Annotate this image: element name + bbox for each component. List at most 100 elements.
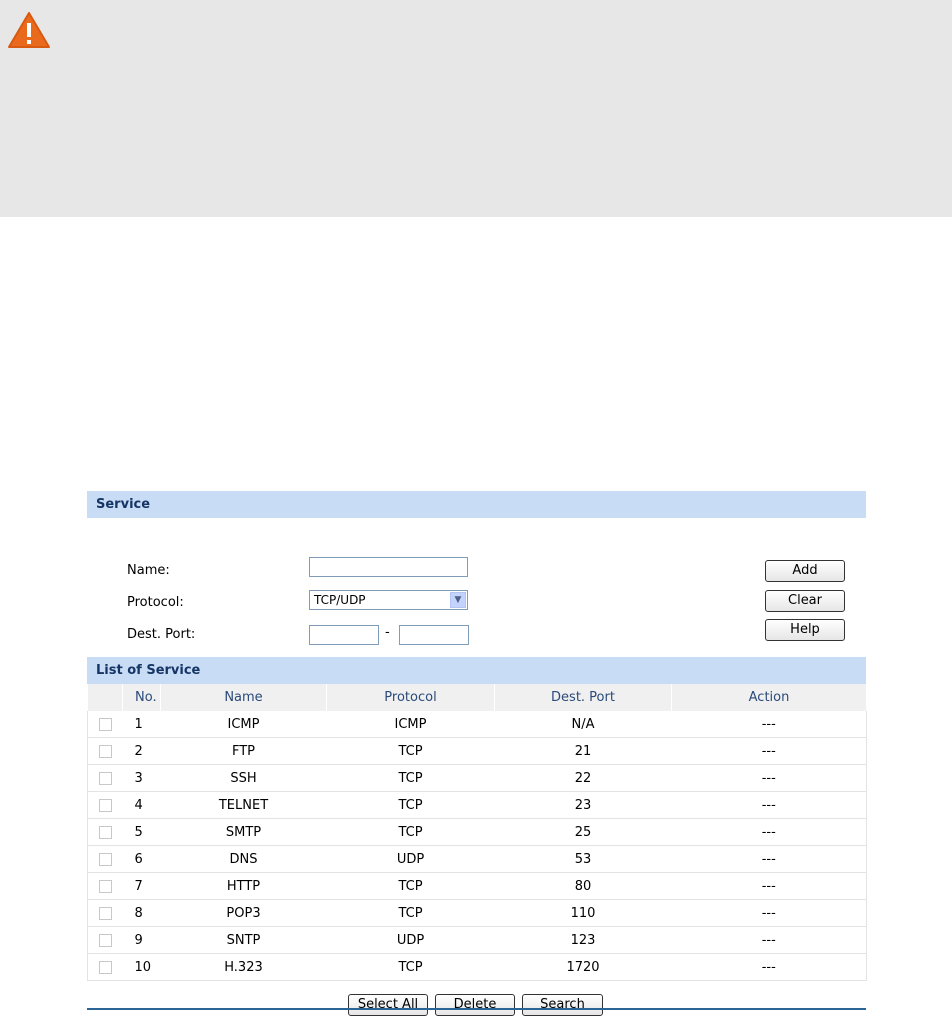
row-dest-port: 53 bbox=[494, 845, 672, 873]
table-row: 5 SMTP TCP 25 --- bbox=[87, 818, 867, 846]
row-protocol: TCP bbox=[326, 953, 495, 981]
search-button[interactable]: Search bbox=[522, 994, 603, 1016]
list-actions: Select All Delete Search bbox=[87, 981, 866, 1025]
row-checkbox[interactable] bbox=[98, 771, 112, 785]
row-protocol: TCP bbox=[326, 764, 495, 792]
dest-port-to-input[interactable] bbox=[399, 625, 469, 645]
row-name: DNS bbox=[160, 845, 327, 873]
select-all-button[interactable]: Select All bbox=[348, 994, 428, 1016]
row-action: --- bbox=[671, 711, 867, 738]
table-row: 3 SSH TCP 22 --- bbox=[87, 764, 867, 792]
row-checkbox[interactable] bbox=[98, 879, 112, 893]
service-panel: Service Name: Protocol: TCP/UDP ▼ Dest. … bbox=[87, 491, 867, 1025]
row-dest-port: 80 bbox=[494, 872, 672, 900]
service-section-title: Service bbox=[87, 491, 866, 518]
row-select-cell bbox=[87, 711, 123, 738]
row-protocol: UDP bbox=[326, 926, 495, 954]
row-select-cell bbox=[87, 818, 123, 846]
row-dest-port: 23 bbox=[494, 791, 672, 819]
row-action: --- bbox=[671, 791, 867, 819]
protocol-label: Protocol: bbox=[127, 595, 184, 610]
table-row: 2 FTP TCP 21 --- bbox=[87, 737, 867, 765]
table-row: 7 HTTP TCP 80 --- bbox=[87, 872, 867, 900]
column-header-select bbox=[87, 684, 123, 711]
table-row: 10 H.323 TCP 1720 --- bbox=[87, 953, 867, 981]
row-action: --- bbox=[671, 737, 867, 765]
row-no: 8 bbox=[122, 899, 161, 927]
row-name: HTTP bbox=[160, 872, 327, 900]
column-header-dest-port: Dest. Port bbox=[494, 684, 672, 711]
dest-port-separator: - bbox=[385, 625, 390, 640]
row-action: --- bbox=[671, 953, 867, 981]
table-row: 9 SNTP UDP 123 --- bbox=[87, 926, 867, 954]
warning-triangle-icon bbox=[8, 12, 50, 48]
service-table: No. Name Protocol Dest. Port Action 1 IC… bbox=[87, 684, 867, 981]
row-no: 2 bbox=[122, 737, 161, 765]
row-name: ICMP bbox=[160, 711, 327, 738]
row-action: --- bbox=[671, 764, 867, 792]
row-action: --- bbox=[671, 926, 867, 954]
row-protocol: ICMP bbox=[326, 711, 495, 738]
help-button[interactable]: Help bbox=[765, 619, 845, 641]
row-protocol: TCP bbox=[326, 899, 495, 927]
row-action: --- bbox=[671, 818, 867, 846]
table-row: 6 DNS UDP 53 --- bbox=[87, 845, 867, 873]
clear-button[interactable]: Clear bbox=[765, 590, 845, 612]
row-name: H.323 bbox=[160, 953, 327, 981]
row-dest-port: 1720 bbox=[494, 953, 672, 981]
row-checkbox[interactable] bbox=[98, 906, 112, 920]
table-row: 8 POP3 TCP 110 --- bbox=[87, 899, 867, 927]
row-checkbox[interactable] bbox=[98, 852, 112, 866]
row-checkbox[interactable] bbox=[98, 717, 112, 731]
row-no: 6 bbox=[122, 845, 161, 873]
row-select-cell bbox=[87, 791, 123, 819]
column-header-name: Name bbox=[160, 684, 327, 711]
chevron-down-icon[interactable]: ▼ bbox=[450, 592, 466, 608]
add-button[interactable]: Add bbox=[765, 560, 845, 582]
row-name: TELNET bbox=[160, 791, 327, 819]
row-protocol: TCP bbox=[326, 737, 495, 765]
row-no: 5 bbox=[122, 818, 161, 846]
row-protocol: TCP bbox=[326, 872, 495, 900]
row-action: --- bbox=[671, 899, 867, 927]
row-name: SNTP bbox=[160, 926, 327, 954]
protocol-selected-value: TCP/UDP bbox=[314, 593, 366, 607]
row-checkbox[interactable] bbox=[98, 744, 112, 758]
row-dest-port: 110 bbox=[494, 899, 672, 927]
row-name: SSH bbox=[160, 764, 327, 792]
row-dest-port: 25 bbox=[494, 818, 672, 846]
row-no: 10 bbox=[122, 953, 161, 981]
row-select-cell bbox=[87, 845, 123, 873]
table-row: 4 TELNET TCP 23 --- bbox=[87, 791, 867, 819]
dest-port-label: Dest. Port: bbox=[127, 627, 196, 642]
row-dest-port: 21 bbox=[494, 737, 672, 765]
row-no: 3 bbox=[122, 764, 161, 792]
row-name: POP3 bbox=[160, 899, 327, 927]
row-no: 9 bbox=[122, 926, 161, 954]
column-header-protocol: Protocol bbox=[326, 684, 495, 711]
row-protocol: UDP bbox=[326, 845, 495, 873]
row-select-cell bbox=[87, 953, 123, 981]
row-no: 4 bbox=[122, 791, 161, 819]
row-checkbox[interactable] bbox=[98, 798, 112, 812]
service-form: Name: Protocol: TCP/UDP ▼ Dest. Port: - … bbox=[87, 518, 866, 645]
row-checkbox[interactable] bbox=[98, 933, 112, 947]
row-action: --- bbox=[671, 872, 867, 900]
column-header-no: No. bbox=[122, 684, 161, 711]
list-section-title: List of Service bbox=[87, 657, 866, 684]
warning-banner bbox=[0, 0, 952, 217]
protocol-select[interactable]: TCP/UDP ▼ bbox=[309, 590, 468, 610]
row-checkbox[interactable] bbox=[98, 960, 112, 974]
row-checkbox[interactable] bbox=[98, 825, 112, 839]
name-input[interactable] bbox=[309, 557, 468, 577]
row-select-cell bbox=[87, 737, 123, 765]
row-select-cell bbox=[87, 764, 123, 792]
row-select-cell bbox=[87, 899, 123, 927]
column-header-action: Action bbox=[671, 684, 867, 711]
footer-divider bbox=[87, 1008, 866, 1010]
row-dest-port: 123 bbox=[494, 926, 672, 954]
table-header-row: No. Name Protocol Dest. Port Action bbox=[87, 684, 867, 711]
delete-button[interactable]: Delete bbox=[435, 994, 515, 1016]
row-select-cell bbox=[87, 872, 123, 900]
dest-port-from-input[interactable] bbox=[309, 625, 379, 645]
